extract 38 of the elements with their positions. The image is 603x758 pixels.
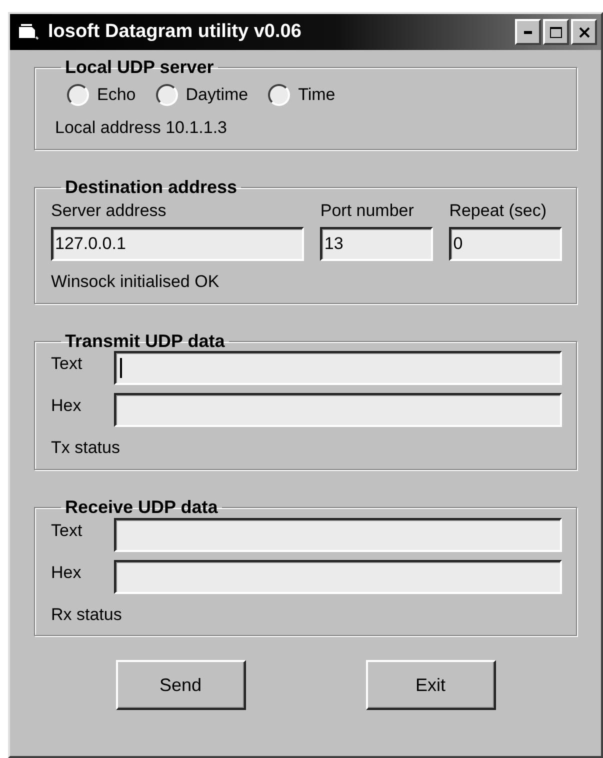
maximize-button[interactable] bbox=[543, 19, 569, 45]
radio-option[interactable]: Daytime bbox=[156, 82, 248, 108]
app-icon bbox=[18, 23, 40, 41]
input-field[interactable]: 0 bbox=[449, 227, 562, 262]
radio-button[interactable] bbox=[67, 84, 89, 106]
status-text: Tx status bbox=[51, 438, 120, 458]
maximize-icon bbox=[550, 26, 562, 38]
field-label: Repeat (sec) bbox=[449, 200, 548, 222]
radio-button[interactable] bbox=[268, 84, 290, 106]
group-title: Receive UDP data bbox=[64, 498, 219, 518]
window-title: Iosoft Datagram utility v0.06 bbox=[48, 20, 302, 44]
field-label: Text bbox=[51, 520, 84, 542]
minimize-button[interactable] bbox=[515, 19, 541, 45]
close-button[interactable] bbox=[571, 19, 597, 45]
status-text: Rx status bbox=[51, 604, 122, 624]
field-label: Text bbox=[51, 353, 84, 376]
radio-button[interactable] bbox=[156, 84, 178, 106]
input-field[interactable] bbox=[114, 560, 562, 594]
status-text: Winsock initialised OK bbox=[51, 272, 220, 292]
action-button[interactable]: Send bbox=[116, 660, 246, 710]
input-field[interactable]: 127.0.0.1 bbox=[51, 227, 304, 262]
field-label: Hex bbox=[51, 562, 82, 584]
input-field[interactable] bbox=[114, 393, 562, 428]
input-field[interactable] bbox=[114, 351, 562, 386]
radio-option[interactable]: Echo bbox=[67, 82, 136, 108]
action-button[interactable]: Exit bbox=[366, 660, 496, 710]
minimize-icon bbox=[524, 30, 532, 34]
group-title: Destination address bbox=[64, 178, 238, 198]
local-address-text: Local address 10.1.1.3 bbox=[55, 118, 228, 138]
close-icon bbox=[578, 26, 590, 38]
input-field[interactable] bbox=[114, 518, 562, 552]
field-label: Hex bbox=[51, 395, 82, 418]
input-field[interactable]: 13 bbox=[320, 227, 434, 262]
group-title: Local UDP server bbox=[64, 58, 215, 78]
field-label: Port number bbox=[320, 200, 415, 222]
group-title: Transmit UDP data bbox=[64, 332, 226, 352]
field-label: Server address bbox=[51, 200, 168, 222]
radio-option[interactable]: Time bbox=[268, 82, 336, 108]
